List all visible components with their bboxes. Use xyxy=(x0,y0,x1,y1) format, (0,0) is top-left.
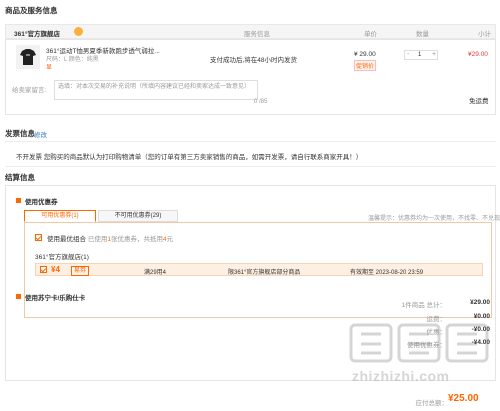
quantity-value[interactable]: 1 xyxy=(418,52,421,58)
coupon-hint: 温馨提示：优惠券均为一次使用，不找零、不兑现 xyxy=(368,216,500,222)
tab-unavailable-coupons[interactable]: 不可用优惠券(29) xyxy=(98,210,178,222)
col-price: 单价 xyxy=(364,31,377,38)
product-extra: 显 xyxy=(46,65,53,71)
product-spec: 尺码：L 颜色：纯黑 xyxy=(46,57,99,63)
best-combo-suffix: 元 xyxy=(166,236,174,243)
message-placeholder: 选填：对本次交易的补充说明（所填内容建议已经和卖家达成一致意见） xyxy=(58,84,251,90)
shipping-fee: 免运费 xyxy=(469,98,489,105)
invoice-section-title: 发票信息 xyxy=(5,129,35,138)
summary-total: ¥29.00 xyxy=(470,299,490,306)
col-qty: 数量 xyxy=(416,31,429,38)
promo-tag: 促销价 xyxy=(354,60,377,71)
service-info: 支付成功后,将在48小时内发货 xyxy=(210,57,298,64)
quantity-stepper[interactable]: - 1 + xyxy=(404,50,438,60)
settlement-section-title: 结算信息 xyxy=(5,173,35,182)
best-combo-line: 使用最优组合 已使用1张优惠券，共抵用4元 xyxy=(47,233,173,243)
invoice-text: 不开发票 您购买的商品默认为打印购物清单（您的订单有第三方卖家销售的商品，如需开… xyxy=(16,154,363,161)
best-combo-label: 使用最优组合 xyxy=(47,236,86,243)
product-section-title: 商品及服务信息 xyxy=(5,6,58,15)
decrement-button[interactable]: - xyxy=(407,51,409,58)
card-section-marker xyxy=(16,294,21,299)
tab-available-coupons[interactable]: 可用优惠券(1) xyxy=(24,210,96,222)
store-coupon-label: 361°官方旗舰店(1) xyxy=(35,254,89,261)
product-thumbnail[interactable] xyxy=(16,45,40,69)
pay-total: ¥25.00 xyxy=(448,393,479,404)
summary-shipping: ¥0.00 xyxy=(473,313,490,320)
invoice-edit-link[interactable]: 修改 xyxy=(34,129,47,139)
watermark-logo xyxy=(347,322,495,364)
col-subtotal: 小计 xyxy=(478,31,491,38)
coupon-item[interactable]: ¥4 易券 满29用4 限361°官方旗舰店部分商品 有效期至 2023-08-… xyxy=(35,263,483,276)
summary-count: 1件商品 总计： xyxy=(401,302,446,309)
coupon-expiry: 有效期至 2023-08-20 23:59 xyxy=(350,270,424,276)
increment-button[interactable]: + xyxy=(432,51,436,58)
product-table-header: 361°官方旗舰店 服务信息 单价 数量 小计 xyxy=(5,24,496,39)
coupon-condition: 满29用4 xyxy=(144,270,167,276)
pay-label: 应付总额： xyxy=(415,400,449,407)
product-row: 361°运动T恤男夏季新款跑步透气弱拉... 尺码：L 颜色：纯黑 显 支付成功… xyxy=(5,39,496,115)
message-count: 0 /85 xyxy=(254,99,268,105)
card-section-title[interactable]: 使用苏宁卡/乐购仕卡 xyxy=(25,292,85,302)
coupon-amount: ¥4 xyxy=(51,265,60,274)
coupon-tag: 易券 xyxy=(71,266,90,276)
coupon-section-title[interactable]: 使用优惠券 xyxy=(25,196,58,206)
coupon-section-marker xyxy=(16,198,21,203)
coupon-scope: 限361°官方旗舰店部分商品 xyxy=(228,270,301,276)
message-input[interactable]: 选填：对本次交易的补充说明（所填内容建议已经和卖家达成一致意见） xyxy=(54,80,258,100)
store-name[interactable]: 361°官方旗舰店 xyxy=(14,28,60,38)
watermark-text: zhizhizhi.com xyxy=(352,368,450,384)
col-service: 服务信息 xyxy=(244,31,270,38)
best-combo-checkbox[interactable] xyxy=(35,234,42,241)
subtotal: ¥29.00 xyxy=(468,51,488,58)
message-label: 给卖家留言: xyxy=(12,87,47,94)
coupon-checkbox[interactable] xyxy=(40,266,47,273)
unit-price: ¥ 29.00 xyxy=(354,51,376,58)
store-badge-icon xyxy=(74,27,83,36)
best-combo-mid: 张优惠券，共抵用 xyxy=(110,236,163,243)
best-combo-prefix: 已使用 xyxy=(87,236,108,243)
